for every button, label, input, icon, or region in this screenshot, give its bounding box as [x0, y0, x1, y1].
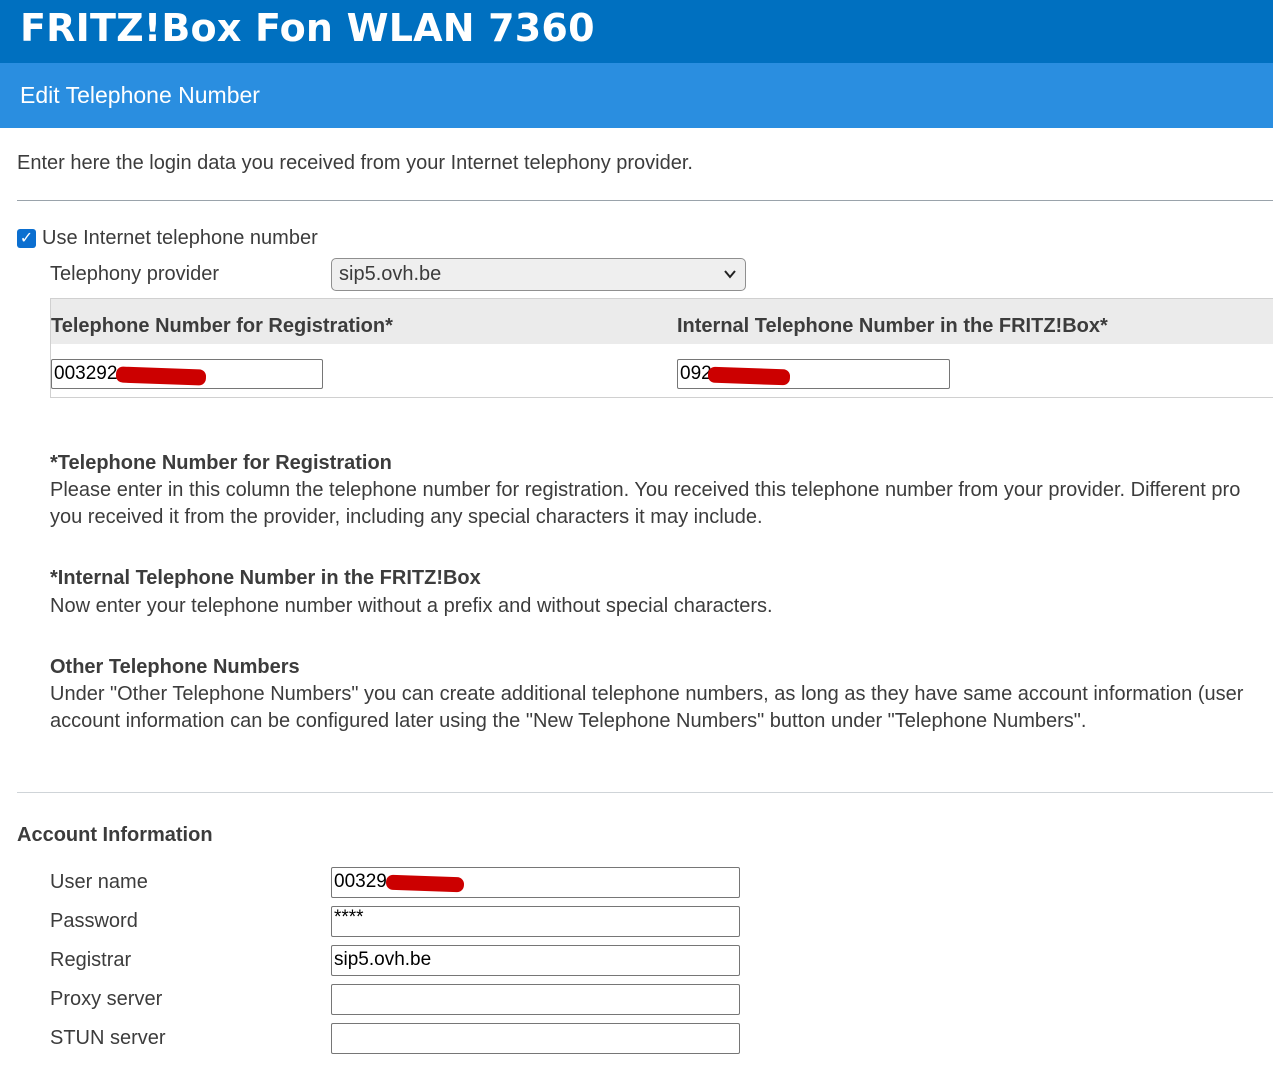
divider: [17, 792, 1273, 793]
proxy-server-input[interactable]: [331, 984, 740, 1015]
username-label: User name: [50, 871, 148, 893]
username-value: 00329: [334, 871, 387, 892]
chevron-down-icon: [724, 270, 736, 279]
divider: [17, 200, 1273, 201]
password-input[interactable]: ****: [331, 906, 740, 937]
checkmark-icon: ✓: [19, 230, 34, 247]
stun-server-input[interactable]: [331, 1023, 740, 1054]
provider-select-value: sip5.ovh.be: [339, 263, 442, 285]
col-internal-header: Internal Telephone Number in the FRITZ!B…: [677, 315, 1108, 337]
product-name: FRITZ!Box Fon WLAN 7360: [20, 6, 595, 50]
redaction-mark: [385, 874, 465, 893]
password-label: Password: [50, 910, 138, 932]
registrar-input[interactable]: sip5.ovh.be: [331, 945, 740, 976]
help-registration-title: *Telephone Number for Registration: [50, 452, 392, 474]
page-title-bar: Edit Telephone Number: [0, 63, 1273, 128]
proxy-server-label: Proxy server: [50, 988, 163, 1010]
help-other-line1: Under "Other Telephone Numbers" you can …: [50, 683, 1244, 705]
registrar-label: Registrar: [50, 949, 132, 971]
page-title: Edit Telephone Number: [20, 82, 260, 108]
top-header-bar: FRITZ!Box Fon WLAN 7360: [0, 0, 1273, 63]
provider-select[interactable]: sip5.ovh.be: [331, 258, 746, 291]
stun-server-label: STUN server: [50, 1027, 166, 1049]
password-value: ****: [334, 907, 364, 928]
internal-number-value: 092: [680, 363, 712, 384]
help-registration-line2: you received it from the provider, inclu…: [50, 506, 763, 528]
use-internet-number-checkbox[interactable]: ✓: [17, 229, 36, 248]
use-internet-number-label[interactable]: Use Internet telephone number: [42, 227, 318, 250]
help-other-line2: account information can be configured la…: [50, 710, 1087, 732]
account-section-title: Account Information: [17, 824, 213, 846]
registration-number-value: 003292: [54, 363, 118, 384]
provider-label: Telephony provider: [50, 263, 219, 285]
redaction-mark: [115, 366, 207, 386]
help-registration-line1: Please enter in this column the telephon…: [50, 479, 1241, 501]
registrar-value: sip5.ovh.be: [334, 949, 432, 970]
redaction-mark: [707, 366, 791, 386]
intro-text: Enter here the login data you received f…: [17, 152, 693, 174]
col-registration-header: Telephone Number for Registration*: [51, 315, 393, 337]
help-internal-title: *Internal Telephone Number in the FRITZ!…: [50, 567, 481, 589]
help-internal-line1: Now enter your telephone number without …: [50, 595, 773, 617]
help-other-title: Other Telephone Numbers: [50, 656, 300, 678]
